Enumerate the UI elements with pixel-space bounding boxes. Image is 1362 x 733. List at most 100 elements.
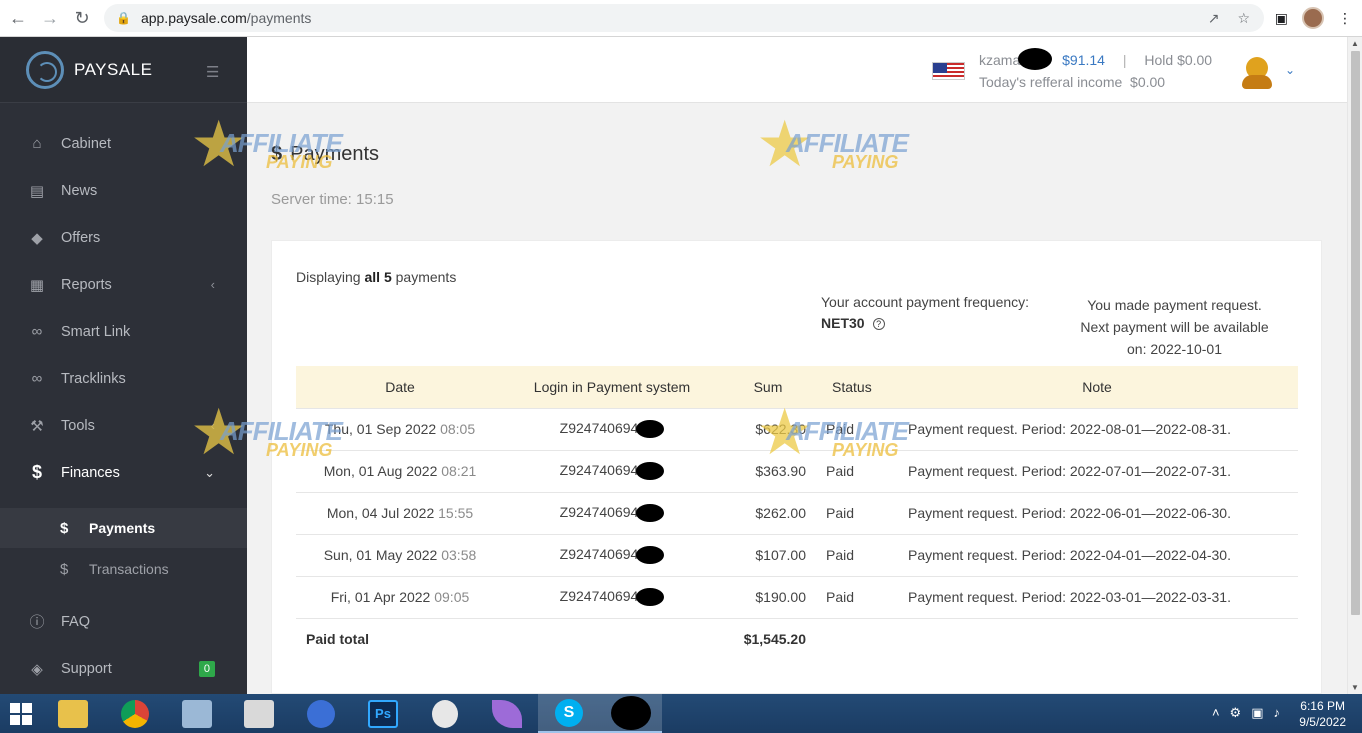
page-title: $ Payments [271,143,379,166]
feather-app-icon[interactable] [476,694,538,733]
reload-icon[interactable]: ↻ [66,2,98,34]
total-spacer [504,617,720,660]
scroll-down-arrow-icon[interactable]: ▼ [1351,683,1359,692]
profile-avatar[interactable] [1302,7,1324,29]
url-text: app.paysale.com/payments [140,10,312,26]
sidebar-item-reports[interactable]: ▦ Reports ‹ [0,261,247,308]
payments-panel: Displaying all 5 payments Your account p… [271,240,1322,694]
redaction-mark [1018,48,1053,71]
us-flag-icon[interactable] [932,62,965,80]
sidebar-item-label: Tools [61,417,95,434]
dollar-icon: $ [60,560,69,578]
sidebar-item-label: Transactions [89,561,169,577]
sidebar-subitem-payments[interactable]: $ Payments [0,508,247,548]
redaction-mark [636,504,665,523]
cell-login: Z924740694 [504,407,720,450]
chevron-left-icon: ‹ [210,277,215,292]
scroll-thumb[interactable] [1351,51,1360,615]
total-label: Paid total [296,617,504,660]
share-icon[interactable]: ↗ [1208,10,1220,27]
cell-sum: $363.90 [720,449,816,492]
side-panel-icon[interactable]: ▣ [1275,10,1288,27]
chrome-icon[interactable] [104,694,166,733]
account-balance-line: kzama $91.14 | Hold $0.00 [979,48,1213,71]
sidebar-item-faq[interactable]: ⓘ FAQ [0,598,247,645]
scroll-up-arrow-icon[interactable]: ▲ [1351,39,1359,48]
sidebar-item-cabinet[interactable]: ⌂ Cabinet [0,120,247,167]
date-text: Thu, 01 Sep 2022 [324,421,437,437]
page-scrollbar[interactable]: ▲ ▼ [1347,37,1362,694]
sidebar-item-label: FAQ [61,613,91,630]
sidebar-item-support[interactable]: ◈ Support 0 [0,645,247,692]
windows-start-icon[interactable] [0,694,42,733]
kebab-menu-icon[interactable]: ⋮ [1338,10,1352,27]
time-text: 08:05 [440,421,476,437]
finances-submenu: $ Payments $ Transactions [0,508,247,590]
link-icon: ∞ [31,370,43,387]
sidebar-item-smart-link[interactable]: ∞ Smart Link [0,308,247,355]
cell-date: Mon, 01 Aug 2022 08:21 [296,449,504,492]
date-text: Mon, 01 Aug 2022 [323,463,438,479]
server-time-value: 15:15 [356,191,394,208]
chevron-down-icon[interactable]: ⌄ [1285,63,1295,77]
back-arrow-icon[interactable]: ← [2,2,34,34]
column-header-sum[interactable]: Sum [720,366,816,408]
sidebar-subitem-transactions[interactable]: $ Transactions [0,548,247,590]
displaying-summary: Displaying all 5 payments [296,269,456,285]
chevron-up-icon[interactable]: ˄ [1212,705,1220,721]
file-explorer-icon[interactable] [42,694,104,733]
chevron-left-icon: ‹ [210,418,215,433]
notepad-app-icon[interactable] [228,694,290,733]
sidebar-item-label: Offers [61,229,101,246]
network-icon[interactable]: ⚙ [1230,705,1242,721]
column-header-login[interactable]: Login in Payment system [504,366,720,408]
mail-app-icon[interactable] [166,694,228,733]
cell-date: Sun, 01 May 2022 03:58 [296,533,504,576]
table-row: Sun, 01 May 2022 03:58 Z924740694 $107.0… [296,533,1298,576]
total-spacer [896,617,1298,660]
notice-line-3: on: 2022-10-01 [1127,341,1222,357]
monitor-icon[interactable]: ▣ [1251,705,1263,721]
notice-line-1: You made payment request. [1087,297,1262,313]
hamburger-menu-icon[interactable]: ☰ [206,63,219,81]
tag-icon: ◆ [31,229,43,247]
column-header-date[interactable]: Date [296,366,504,408]
skype-icon[interactable]: S [538,694,600,733]
paint-app-icon[interactable] [414,694,476,733]
sidebar-item-news[interactable]: ▤ News [0,167,247,214]
column-header-note[interactable]: Note [896,366,1298,408]
watermark-line1: AFFILIATE [786,128,909,158]
table-row: Fri, 01 Apr 2022 09:05 Z924740694 $190.0… [296,575,1298,618]
username[interactable]: kzama [979,52,1020,68]
media-app-icon[interactable] [290,694,352,733]
sidebar-item-tools[interactable]: ⚒ Tools ‹ [0,402,247,449]
help-icon[interactable]: ? [872,318,885,330]
photoshop-icon[interactable]: Ps [352,694,414,733]
sidebar-item-label: Tracklinks [61,370,126,387]
paysale-logo-icon [26,50,64,89]
cell-login: Z924740694 [504,491,720,534]
windows-taskbar: Ps S ˄ ⚙ ▣ ♪ 6:16 PM 9/5/2022 [0,694,1362,733]
server-time-label: Server time: [271,191,352,208]
referral-value: $0.00 [1130,74,1166,90]
taskbar-clock[interactable]: 6:16 PM 9/5/2022 [1299,698,1346,730]
address-bar[interactable]: 🔒 app.paysale.com/payments ↗ ☆ [104,4,1264,32]
bookmark-star-icon[interactable]: ☆ [1237,10,1250,27]
sidebar-item-finances[interactable]: $ Finances ⌄ [0,449,247,496]
hold-value: $0.00 [1177,52,1213,68]
payment-frequency-value: NET30? [821,315,885,331]
cell-date: Thu, 01 Sep 2022 08:05 [296,407,504,450]
cell-date: Mon, 04 Jul 2022 15:55 [296,491,504,534]
sidebar-menu: ⌂ Cabinet ▤ News ◆ Offers ▦ Reports ‹ ∞ … [0,120,247,692]
sidebar-item-tracklinks[interactable]: ∞ Tracklinks [0,355,247,402]
lock-icon: 🔒 [116,11,131,25]
clock-date: 9/5/2022 [1299,715,1346,729]
volume-icon[interactable]: ♪ [1274,705,1281,721]
column-header-status[interactable]: Status [816,366,896,408]
forward-arrow-icon[interactable]: → [34,2,66,34]
user-avatar[interactable] [1242,57,1272,89]
redacted-app-icon[interactable] [600,694,662,733]
cell-note: Payment request. Period: 2022-06-01—2022… [896,491,1298,534]
cell-status: Paid [816,449,896,492]
sidebar-item-offers[interactable]: ◆ Offers [0,214,247,261]
